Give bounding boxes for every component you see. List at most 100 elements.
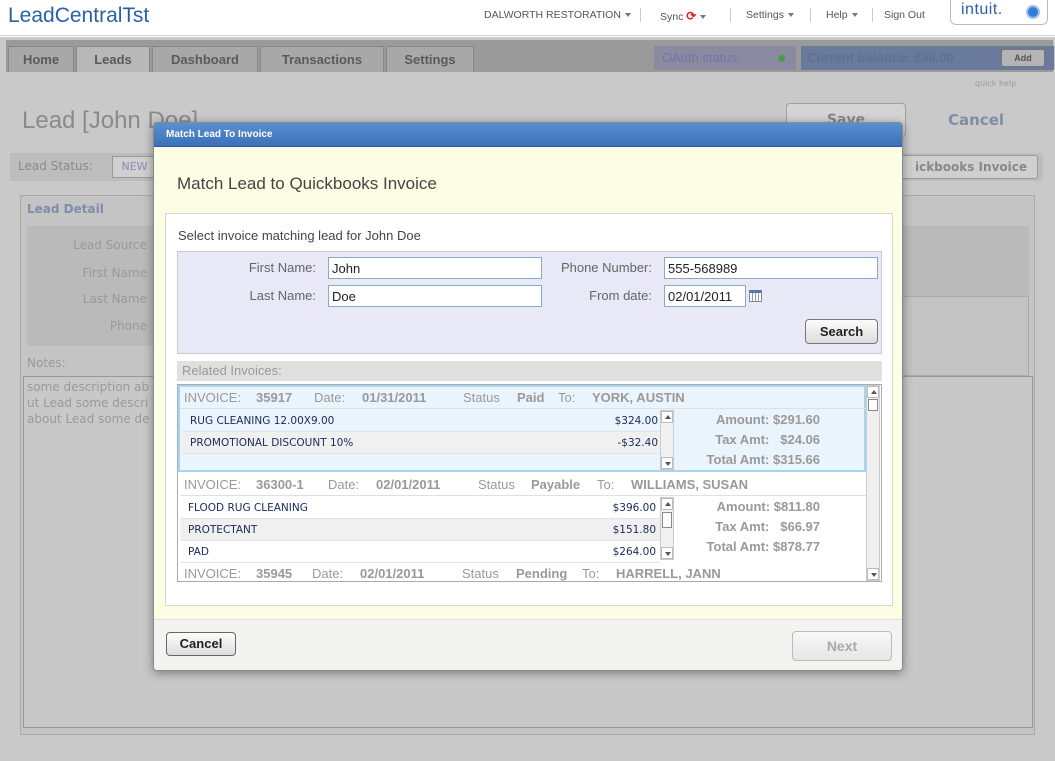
calendar-icon[interactable] [749, 290, 762, 302]
invoice-totals: Amount: $811.80 Tax Amt: $66.97 Total Am… [685, 497, 820, 557]
total-value: $878.77 [773, 539, 820, 554]
invoice-line: PROMOTIONAL DISCOUNT 10% -$32.40 [182, 432, 662, 454]
from-date-input[interactable]: 02/01/2011 [664, 285, 746, 307]
settings-menu[interactable]: Settings [746, 9, 794, 21]
first-name-input[interactable]: John [328, 257, 542, 279]
dialog-footer: Cancel Next [154, 619, 902, 670]
scroll-down-icon[interactable] [661, 457, 673, 469]
tab-dashboard[interactable]: Dashboard [152, 46, 258, 72]
lead-detail-heading: Lead Detail [27, 202, 104, 216]
scroll-thumb[interactable] [662, 512, 672, 528]
amount-value: $811.80 [773, 499, 820, 514]
scroll-up-icon[interactable] [661, 498, 673, 510]
amount-label: Amount: [715, 412, 770, 427]
related-invoices-label: Related Invoices: [177, 361, 882, 381]
invoice-item[interactable]: INVOICE: 35917 Date: 01/31/2011 Status P… [178, 385, 866, 472]
invoice-number: 35945 [256, 566, 293, 581]
tax-value: $24.06 [780, 432, 820, 447]
tab-transactions[interactable]: Transactions [260, 46, 384, 72]
dialog-heading: Match Lead to Quickbooks Invoice [177, 174, 437, 193]
last-name-input[interactable]: Doe [328, 285, 542, 307]
invoice-status: Payable [531, 477, 581, 492]
tax-label: Tax Amt: [715, 432, 770, 447]
invoice-date: 02/01/2011 [360, 566, 425, 581]
invoice-header: INVOICE: 36300-1 Date: 02/01/2011 Status… [180, 474, 866, 496]
invoice-label: INVOICE: [184, 390, 242, 405]
line-amount: $324.00 [614, 415, 658, 427]
intuit-badge[interactable]: intuit. [950, 0, 1048, 25]
total-value: $315.66 [773, 452, 820, 467]
search-button[interactable]: Search [805, 319, 878, 344]
intuit-logo: intuit. [961, 1, 1003, 18]
invoice-date: 02/01/2011 [376, 477, 441, 492]
sync-menu[interactable]: Sync ⟳ [660, 9, 707, 23]
invoice-line: PAD $264.00 [180, 541, 660, 563]
amount-row: Amount: $811.80 [685, 497, 820, 517]
invoice-customer: HARRELL, JANN [616, 566, 721, 581]
scroll-up-icon[interactable] [867, 386, 879, 398]
line-description: PROMOTIONAL DISCOUNT 10% [190, 437, 354, 449]
invoice-line: RUG CLEANING 12.00X9.00 $324.00 [182, 410, 662, 432]
scroll-up-icon[interactable] [661, 411, 673, 423]
invoice-list[interactable]: INVOICE: 35917 Date: 01/31/2011 Status P… [177, 384, 882, 582]
invoice-customer: YORK, AUSTIN [592, 390, 685, 405]
current-balance: Current balance: $38.00 Add [801, 46, 1054, 70]
invoice-header: INVOICE: 35945 Date: 02/01/2011 Status P… [180, 563, 866, 581]
scroll-down-icon[interactable] [867, 568, 879, 580]
help-menu[interactable]: Help [826, 9, 858, 21]
invoice-status: Pending [516, 566, 568, 581]
add-balance-button[interactable]: Add [1001, 49, 1045, 67]
scroll-thumb[interactable] [868, 399, 878, 411]
sign-out-link[interactable]: Sign Out [884, 9, 925, 21]
field-label: Last Name [82, 292, 147, 306]
to-label: To: [582, 566, 600, 581]
company-menu[interactable]: DALWORTH RESTORATION [484, 9, 631, 21]
invoice-header: INVOICE: 35917 Date: 01/31/2011 Status P… [180, 387, 866, 409]
quick-help-link[interactable]: quick help [975, 79, 1016, 88]
line-amount: $151.80 [612, 524, 656, 536]
invoice-number: 35917 [256, 390, 293, 405]
chevron-down-icon [787, 13, 794, 18]
line-amount: $396.00 [612, 502, 656, 514]
dialog-titlebar[interactable]: Match Lead To Invoice [154, 123, 902, 147]
scroll-down-icon[interactable] [661, 547, 673, 559]
chevron-down-icon [700, 15, 707, 20]
status-label: Status [478, 477, 515, 492]
side-box [901, 296, 1029, 376]
line-scrollbar[interactable] [660, 497, 674, 560]
line-scrollbar[interactable] [660, 410, 674, 470]
next-button[interactable]: Next [792, 631, 892, 661]
invoice-line: FLOOD RUG CLEANING $396.00 [180, 497, 660, 519]
lead-status-select[interactable]: NEW [112, 156, 157, 178]
dialog-content: Select invoice matching lead for John Do… [165, 213, 893, 606]
quickbooks-invoice-button[interactable]: ickbooks Invoice [890, 155, 1038, 179]
divider [810, 8, 811, 22]
total-label: Total Amt: [706, 539, 770, 554]
balance-label: Current balance: [807, 50, 911, 65]
invoice-totals: Amount: $291.60 Tax Amt: $24.06 Total Am… [685, 410, 820, 470]
sync-icon: ⟳ [686, 9, 697, 23]
cancel-button[interactable]: Cancel [166, 632, 236, 656]
tax-row: Tax Amt: $24.06 [685, 430, 820, 450]
oauth-status: OAuth status: [654, 46, 796, 70]
amount-value: $291.60 [773, 412, 820, 427]
line-description: RUG CLEANING 12.00X9.00 [190, 415, 335, 427]
tab-home[interactable]: Home [8, 46, 74, 72]
select-instruction: Select invoice matching lead for John Do… [178, 228, 421, 243]
invoice-item[interactable]: INVOICE: 36300-1 Date: 02/01/2011 Status… [178, 474, 866, 563]
from-date-label: From date: [589, 288, 652, 303]
total-row: Total Amt: $315.66 [685, 450, 820, 470]
invoice-item[interactable]: INVOICE: 35945 Date: 02/01/2011 Status P… [178, 563, 866, 581]
date-label: Date: [314, 390, 346, 405]
date-label: Date: [312, 566, 344, 581]
intuit-dot-icon [1026, 5, 1040, 19]
line-description: PAD [188, 546, 209, 558]
cancel-link[interactable]: Cancel [948, 111, 1004, 129]
tab-settings[interactable]: Settings [386, 46, 474, 72]
divider [730, 8, 731, 22]
phone-input[interactable]: 555-568989 [664, 257, 878, 279]
invoice-list-scrollbar[interactable] [866, 385, 880, 581]
tab-leads[interactable]: Leads [76, 46, 150, 72]
company-name: DALWORTH RESTORATION [484, 9, 621, 21]
invoice-date: 01/31/2011 [362, 390, 427, 405]
